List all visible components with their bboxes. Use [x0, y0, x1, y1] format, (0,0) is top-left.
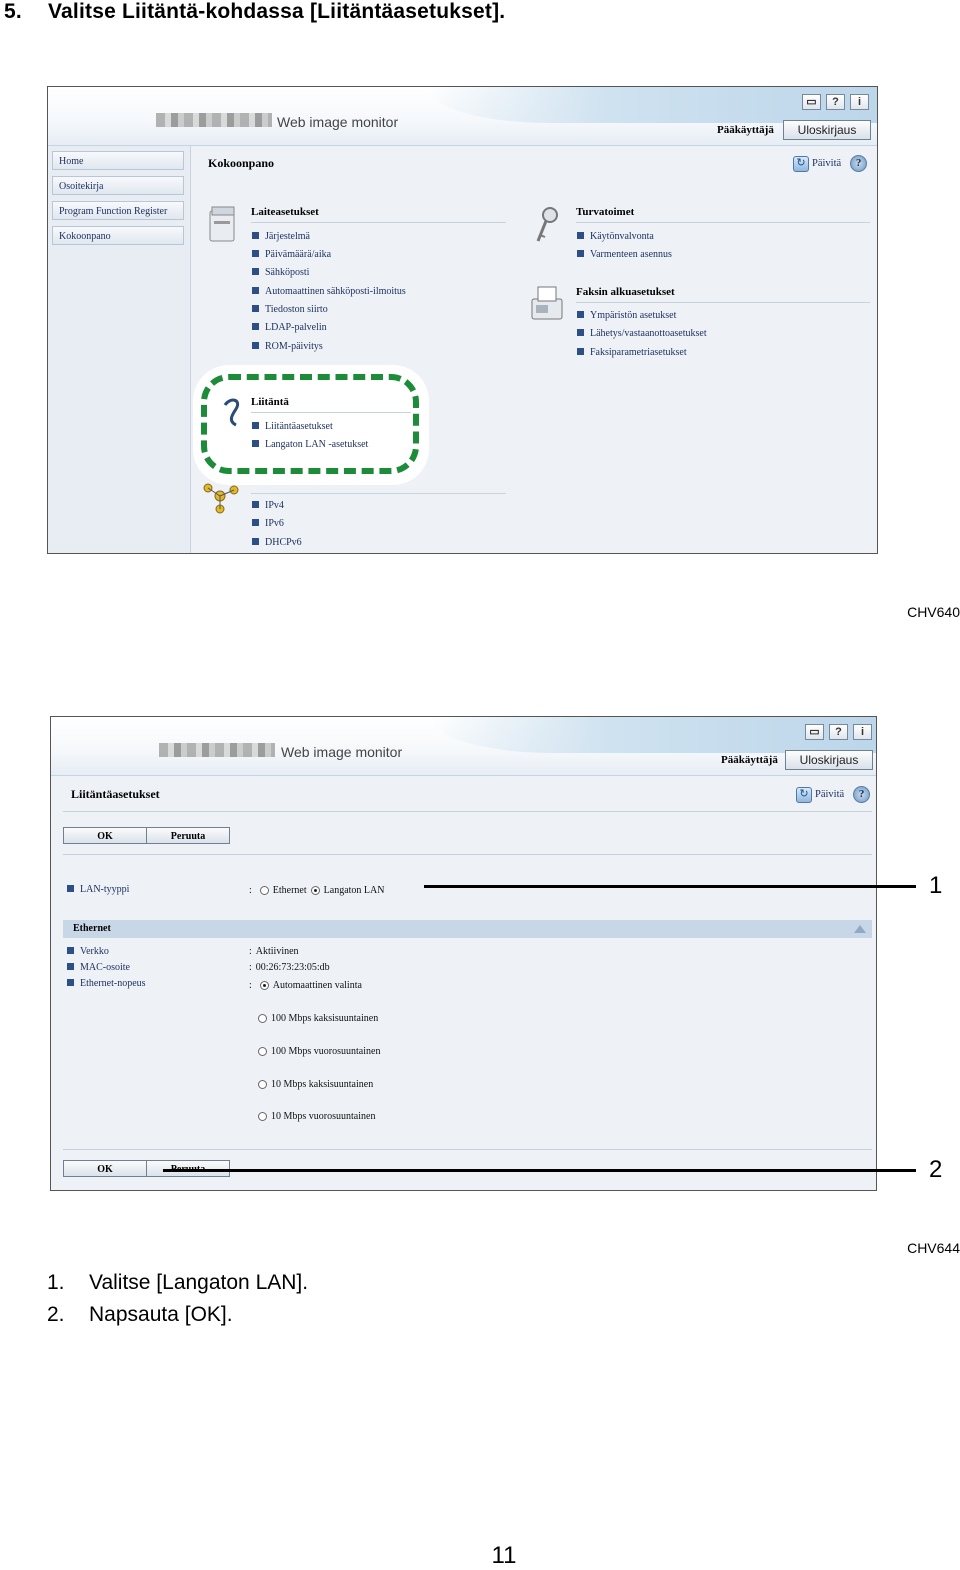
help-circle-icon[interactable]: ? [853, 786, 871, 803]
section-title-security: Turvatoimet [576, 206, 635, 218]
lan-type-label: LAN-tyyppi [67, 884, 129, 895]
row-value-network: : Aktiivinen [249, 946, 299, 957]
nav-configuration[interactable]: Kokoonpano [52, 226, 184, 245]
link-file-transfer[interactable]: Tiedoston siirto [252, 304, 328, 315]
speed-option-100-half[interactable]: 100 Mbps vuorosuuntainen [258, 1046, 380, 1057]
refresh-icon: ↻ [793, 155, 809, 172]
callout-line-2 [163, 1169, 916, 1172]
nav-address-book[interactable]: Osoitekirja [52, 176, 184, 195]
header-bar: Web image monitor ▭ ? i Pääkäyttäjä Ulos… [51, 717, 876, 776]
link-ipv6[interactable]: IPv6 [252, 518, 284, 529]
speed-option-10-full[interactable]: 10 Mbps kaksisuuntainen [258, 1079, 373, 1090]
link-ipv4[interactable]: IPv4 [252, 500, 284, 511]
speed-option-100-full[interactable]: 100 Mbps kaksisuuntainen [258, 1013, 378, 1024]
user-label: Pääkäyttäjä [721, 754, 778, 766]
sidebar: Home Osoitekirja Program Function Regist… [48, 146, 191, 553]
refresh-icon: ↻ [796, 786, 812, 803]
row-label-ethernet-speed: Ethernet-nopeus [67, 978, 146, 989]
blurred-logo [156, 113, 272, 127]
step-heading: 5. Valitse Liitäntä-kohdassa [Liitäntäase… [4, 0, 505, 24]
option-wireless-lan: Langaton LAN [323, 885, 385, 896]
section-title-fax: Faksin alkuasetukset [576, 286, 675, 298]
interface-icon [223, 398, 240, 427]
ethernet-section-title: Ethernet [73, 923, 111, 934]
section-title-device: Laiteasetukset [251, 206, 319, 218]
app-title: Web image monitor [281, 744, 403, 760]
section-title-interface: Liitäntä [251, 396, 289, 408]
step-text: Valitse Liitäntä-kohdassa [Liitäntäasetu… [48, 0, 506, 23]
ok-button-bottom[interactable]: OK [63, 1160, 147, 1177]
logout-button[interactable]: Uloskirjaus [785, 750, 873, 770]
link-interface-settings[interactable]: Liitäntäasetukset [252, 421, 333, 432]
screenshot-interface-settings: Web image monitor ▭ ? i Pääkäyttäjä Ulos… [50, 716, 877, 1191]
page-title: Liitäntäasetukset [71, 787, 160, 801]
blurred-logo [159, 743, 275, 757]
link-ldap[interactable]: LDAP-palvelin [252, 322, 327, 333]
link-rom-update[interactable]: ROM-päivitys [252, 341, 323, 352]
help-icon[interactable]: ? [829, 724, 848, 740]
sub-step-1: 1. Valitse [Langaton LAN]. [47, 1271, 309, 1294]
info-icon[interactable]: i [850, 94, 869, 110]
figure-id-2: CHV644 [907, 1240, 960, 1256]
link-send-receive-settings[interactable]: Lähetys/vastaanottoasetukset [577, 328, 707, 339]
callout-line-1 [424, 885, 916, 888]
speed-option-10-half[interactable]: 10 Mbps vuorosuuntainen [258, 1111, 375, 1122]
keyboard-icon[interactable]: ▭ [805, 724, 824, 740]
figure-id-1: CHV640 [907, 604, 960, 620]
cancel-button-top[interactable]: Peruuta [146, 827, 230, 844]
link-date-time[interactable]: Päivämäärä/aika [252, 249, 331, 260]
keyboard-icon[interactable]: ▭ [802, 94, 821, 110]
key-icon [536, 207, 558, 242]
link-auto-email[interactable]: Automaattinen sähköposti-ilmoitus [252, 286, 406, 297]
link-fax-parameters[interactable]: Faksiparametriasetukset [577, 347, 687, 358]
link-system[interactable]: Järjestelmä [252, 231, 310, 242]
refresh-label: Päivitä [815, 789, 845, 800]
nav-home[interactable]: Home [52, 151, 184, 170]
link-environment-settings[interactable]: Ympäristön asetukset [577, 310, 676, 321]
user-label: Pääkäyttäjä [717, 124, 774, 136]
refresh-link[interactable]: ↻ Päivitä ? [793, 155, 868, 172]
refresh-link[interactable]: ↻ Päivitä ? [796, 786, 871, 803]
link-dhcpv6[interactable]: DHCPv6 [252, 537, 302, 548]
radio-wireless-lan[interactable] [310, 886, 320, 895]
radio-ethernet[interactable] [259, 886, 269, 895]
ok-button-top[interactable]: OK [63, 827, 147, 844]
link-certificate-install[interactable]: Varmenteen asennus [577, 249, 672, 260]
row-value-mac: :00:26:73:23:05:db [249, 962, 330, 973]
row-label-network: Verkko [67, 946, 109, 957]
row-label-mac: MAC-osoite [67, 962, 130, 973]
help-circle-icon[interactable]: ? [850, 155, 868, 172]
callout-number-2: 2 [929, 1156, 943, 1183]
page-number: 11 [491, 1542, 517, 1569]
callout-number-1: 1 [929, 872, 943, 899]
app-title: Web image monitor [277, 114, 399, 130]
logout-button[interactable]: Uloskirjaus [783, 120, 871, 140]
device-settings-icon [209, 206, 235, 242]
help-icon[interactable]: ? [826, 94, 845, 110]
link-email[interactable]: Sähköposti [252, 267, 309, 278]
link-wireless-lan-settings[interactable]: Langaton LAN -asetukset [252, 439, 368, 450]
sub-step-2: 2. Napsauta [OK]. [47, 1303, 233, 1326]
nav-program-function-register[interactable]: Program Function Register [52, 201, 184, 220]
speed-option-auto[interactable]: : Automaattinen valinta [249, 980, 362, 991]
lan-type-options: : Ethernet Langaton LAN [249, 885, 385, 896]
link-access-control[interactable]: Käytönvalvonta [577, 231, 654, 242]
collapse-arrow-icon[interactable] [854, 925, 866, 933]
page-title: Kokoonpano [208, 156, 275, 170]
step-number: 5. [4, 0, 22, 23]
fax-icon [531, 286, 563, 320]
network-icon [203, 483, 239, 514]
screenshot-configuration: Web image monitor ▭ ? i Pääkäyttäjä Ulos… [47, 86, 878, 554]
ethernet-section-band: Ethernet [63, 920, 872, 938]
refresh-label: Päivitä [812, 158, 842, 169]
info-icon[interactable]: i [853, 724, 872, 740]
option-ethernet: Ethernet [272, 885, 307, 896]
header-bar: Web image monitor ▭ ? i Pääkäyttäjä Ulos… [48, 87, 877, 146]
